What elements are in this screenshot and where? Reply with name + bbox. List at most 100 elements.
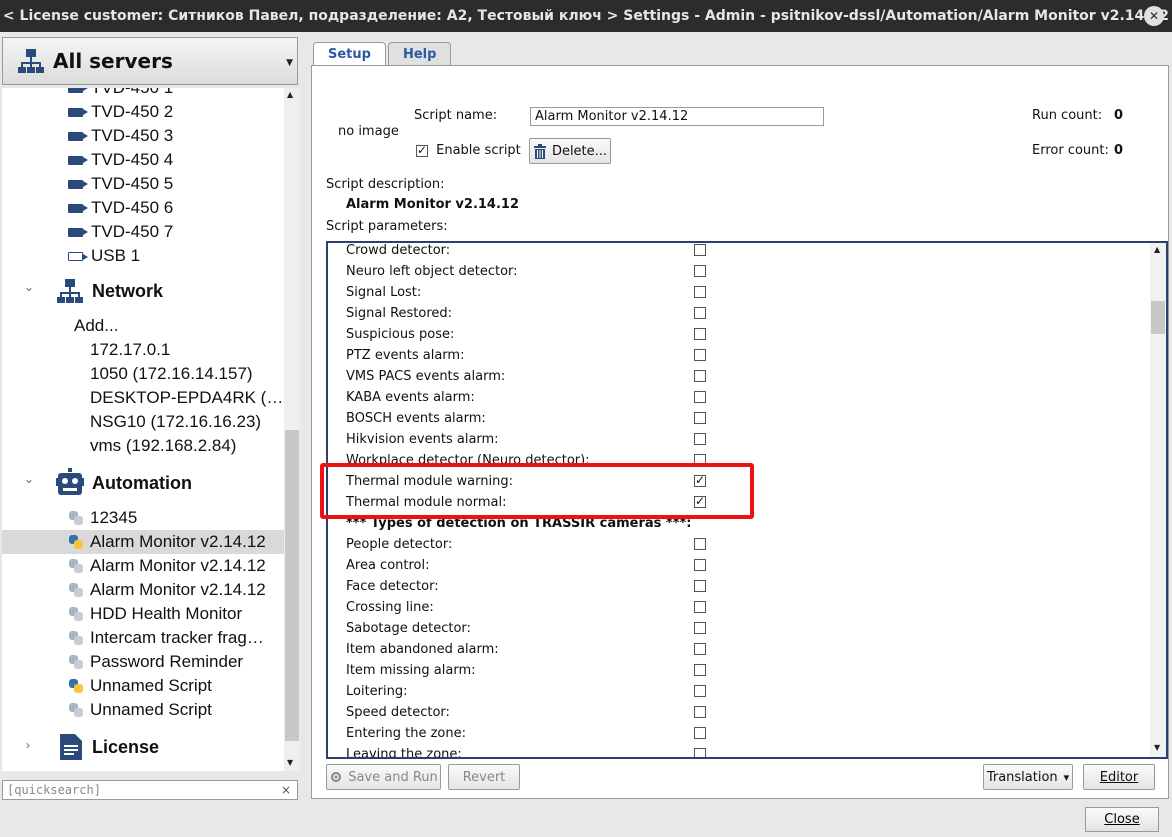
tree-item-label: TVD-450 6 [91,198,174,217]
network-add-item[interactable]: Add... [74,314,118,338]
tree-item-label: TVD-450 7 [91,222,174,241]
close-button[interactable]: Close [1085,807,1159,832]
script-item[interactable]: Intercam tracker frag… [68,626,264,650]
tree-section-license[interactable]: License [60,732,159,762]
network-server-item[interactable]: 1050 (172.16.14.157) [90,362,253,386]
parameter-checkbox[interactable] [694,601,706,613]
tree-scrollbar[interactable]: ▲ ▼ [284,88,300,771]
tree-item-label: USB 1 [91,246,141,265]
save-and-run-button[interactable]: Save and Run [326,764,441,790]
script-name-input[interactable]: Alarm Monitor v2.14.12 [530,107,824,126]
parameter-checkbox[interactable] [694,412,706,424]
parameter-checkbox[interactable] [694,370,706,382]
tree-item-label: TVD-450 5 [91,174,174,193]
parameter-row: Speed detector: [346,705,450,720]
network-server-item[interactable]: 172.17.0.1 [90,338,170,362]
camera-item[interactable]: TVD-450 5 [68,172,173,196]
tab-setup[interactable]: Setup [313,42,386,66]
parameter-checkbox[interactable] [694,244,706,256]
camera-item[interactable]: TVD-450 1 [68,88,173,100]
network-label: Network [92,280,164,301]
camera-item[interactable]: TVD-450 4 [68,148,173,172]
scroll-up-icon[interactable]: ▲ [287,90,293,99]
camera-item[interactable]: TVD-450 7 [68,220,173,244]
revert-button[interactable]: Revert [448,764,520,790]
parameters-scrollbar[interactable]: ▲ ▼ [1150,243,1166,757]
camera-item[interactable]: TVD-450 6 [68,196,173,220]
network-server-item[interactable]: DESKTOP-EPDA4RK (… [90,386,283,410]
run-count-value: 0 [1114,108,1124,123]
parameter-row: Area control: [346,558,430,573]
tree-section-automation[interactable]: Automation [56,468,192,498]
parameter-checkbox[interactable] [694,391,706,403]
window-close-button[interactable]: ✕ [1144,6,1164,26]
script-item[interactable]: Password Reminder [68,650,243,674]
scroll-down-icon[interactable]: ▼ [287,758,293,767]
tree-scrollbar-thumb[interactable] [285,430,299,741]
script-item[interactable]: 12345 [68,506,137,530]
parameter-checkbox[interactable] [694,622,706,634]
quicksearch-placeholder: [quicksearch] [7,783,101,797]
tree-item-label: 1050 (172.16.14.157) [90,364,253,383]
python-icon [68,558,84,574]
checkbox-icon[interactable] [416,143,428,157]
chevron-down-icon: ▼ [286,58,293,68]
parameter-checkbox[interactable] [694,265,706,277]
parameter-checkbox[interactable] [694,349,706,361]
chevron-down-icon[interactable]: ⌄ [24,280,34,294]
license-label: License [92,736,160,757]
parameter-checkbox[interactable] [694,748,706,757]
parameter-row: Signal Lost: [346,285,422,300]
camera-item[interactable]: TVD-450 3 [68,124,173,148]
parameter-checkbox[interactable] [694,643,706,655]
parameter-checkbox[interactable] [694,286,706,298]
chevron-down-icon: ▾ [1063,770,1070,784]
run-count-label: Run count: [1032,108,1103,123]
parameter-checkbox[interactable] [694,328,706,340]
python-icon [68,510,84,526]
parameter-checkbox[interactable] [694,706,706,718]
tree-item-label: Unnamed Script [90,700,212,719]
parameter-row: Face detector: [346,579,439,594]
script-item[interactable]: Alarm Monitor v2.14.12 [68,554,266,578]
editor-button[interactable]: Editor [1083,764,1155,790]
camera-item[interactable]: USB 1 [68,244,140,268]
network-server-item[interactable]: NSG10 (172.16.16.23) [90,410,261,434]
parameter-row: Leaving the zone: [346,747,462,759]
parameter-checkbox[interactable] [694,580,706,592]
parameter-checkbox[interactable] [694,727,706,739]
parameter-checkbox[interactable] [694,685,706,697]
script-item[interactable]: HDD Health Monitor [68,602,242,626]
tab-help[interactable]: Help [387,42,452,66]
parameter-checkbox[interactable] [694,433,706,445]
parameter-checkbox[interactable] [694,664,706,676]
automation-label: Automation [92,472,192,493]
tree-section-network[interactable]: Network [56,276,163,306]
enable-script-checkbox[interactable]: Enable script [416,143,521,158]
scroll-up-icon[interactable]: ▲ [1154,245,1160,254]
script-item[interactable]: Unnamed Script [68,674,212,698]
server-selector[interactable]: All servers ▼ [2,37,298,85]
script-item[interactable]: Alarm Monitor v2.14.12 [2,530,284,554]
chevron-right-icon[interactable]: › [26,738,30,752]
parameter-checkbox[interactable] [694,559,706,571]
parameter-checkbox[interactable] [694,538,706,550]
network-server-item[interactable]: vms (192.168.2.84) [90,434,236,458]
scroll-down-icon[interactable]: ▼ [1154,743,1160,752]
parameter-row: VMS PACS events alarm: [346,369,506,384]
network-icon [18,49,44,73]
script-item[interactable]: Alarm Monitor v2.14.12 [68,578,266,602]
translation-dropdown[interactable]: Translation ▾ [983,764,1073,790]
tree-item-label: 172.17.0.1 [90,340,171,359]
network-icon [57,279,83,303]
chevron-down-icon[interactable]: ⌄ [24,472,34,486]
clear-icon[interactable]: × [281,783,291,797]
parameter-row: Crowd detector: [346,243,451,258]
parameter-checkbox[interactable] [694,307,706,319]
delete-button[interactable]: Delete... [529,138,611,164]
quicksearch-input[interactable]: [quicksearch] × [2,780,298,800]
python-icon [68,678,84,694]
camera-item[interactable]: TVD-450 2 [68,100,173,124]
script-item[interactable]: Unnamed Script [68,698,212,722]
parameters-scrollbar-thumb[interactable] [1151,301,1165,334]
